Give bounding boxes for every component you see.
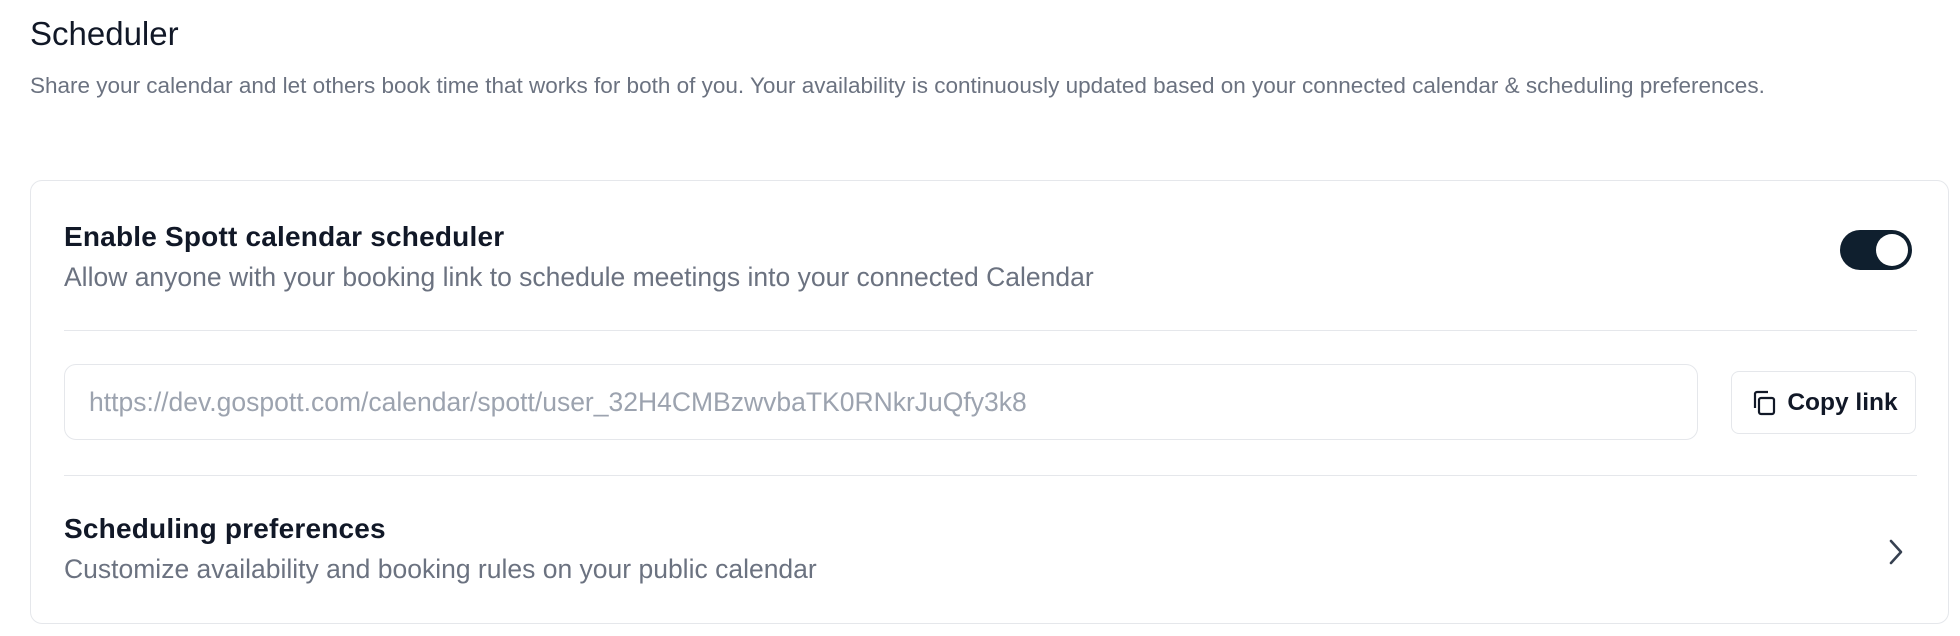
booking-link-field[interactable] bbox=[64, 364, 1698, 440]
scheduling-preferences-row[interactable]: Scheduling preferences Customize availab… bbox=[64, 511, 1917, 588]
page-description: Share your calendar and let others book … bbox=[30, 73, 1765, 98]
scheduler-toggle-title: Enable Spott calendar scheduler bbox=[64, 221, 505, 252]
scheduler-settings-card: Enable Spott calendar scheduler Allow an… bbox=[30, 180, 1949, 624]
scheduling-preferences-title: Scheduling preferences bbox=[64, 513, 386, 544]
copy-link-button[interactable]: Copy link bbox=[1731, 371, 1916, 434]
chevron-right-icon[interactable] bbox=[1884, 535, 1908, 569]
enable-scheduler-toggle[interactable] bbox=[1840, 230, 1912, 270]
scheduler-toggle-section: Enable Spott calendar scheduler Allow an… bbox=[64, 219, 1917, 296]
divider bbox=[64, 475, 1917, 476]
scheduler-page: Scheduler Share your calendar and let ot… bbox=[0, 0, 1960, 636]
scheduler-toggle-description: Allow anyone with your booking link to s… bbox=[64, 262, 1094, 292]
page-title: Scheduler bbox=[30, 15, 179, 52]
copy-icon bbox=[1749, 388, 1779, 418]
toggle-knob bbox=[1876, 234, 1908, 266]
copy-link-label: Copy link bbox=[1787, 388, 1898, 416]
divider bbox=[64, 330, 1917, 331]
scheduling-preferences-description: Customize availability and booking rules… bbox=[64, 554, 817, 584]
